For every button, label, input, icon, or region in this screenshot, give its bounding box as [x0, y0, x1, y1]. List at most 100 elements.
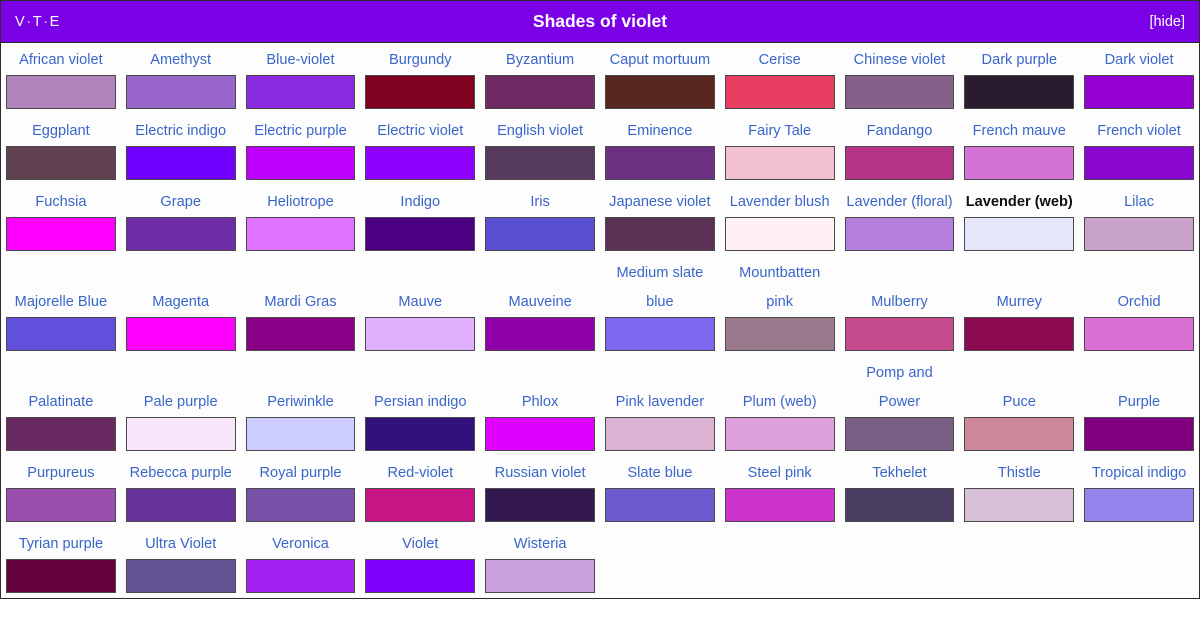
swatch-cell[interactable]: Pink lavender — [600, 385, 720, 456]
swatch-label-link[interactable]: Lavender blush — [725, 185, 835, 217]
swatch-cell[interactable]: Steel pink — [720, 456, 840, 527]
swatch-cell[interactable]: Electric purple — [241, 114, 361, 185]
swatch-cell[interactable]: French violet — [1079, 114, 1199, 185]
swatch-cell[interactable]: Eminence — [600, 114, 720, 185]
swatch-cell[interactable]: Lilac — [1079, 185, 1199, 256]
swatch-label-link[interactable]: Veronica — [246, 527, 356, 559]
swatch-label-link[interactable]: Majorelle Blue — [6, 285, 116, 317]
swatch-cell[interactable]: Puce — [959, 385, 1079, 456]
swatch-cell[interactable]: Tyrian purple — [1, 527, 121, 598]
swatch-cell[interactable]: Byzantium — [480, 43, 600, 114]
swatch-label-link[interactable]: Iris — [485, 185, 595, 217]
swatch-cell[interactable]: Royal purple — [241, 456, 361, 527]
swatch-cell[interactable]: Rebecca purple — [121, 456, 241, 527]
swatch-label-link[interactable]: Japanese violet — [605, 185, 715, 217]
swatch-label-link[interactable]: Tekhelet — [845, 456, 955, 488]
swatch-cell[interactable]: African violet — [1, 43, 121, 114]
swatch-cell[interactable]: Fuchsia — [1, 185, 121, 256]
swatch-label-link[interactable]: Eggplant — [6, 114, 116, 146]
swatch-cell[interactable]: Mulberry — [840, 285, 960, 356]
swatch-cell[interactable]: Japanese violet — [600, 185, 720, 256]
swatch-label-link[interactable]: Rebecca purple — [126, 456, 236, 488]
swatch-cell[interactable]: Electric indigo — [121, 114, 241, 185]
swatch-cell[interactable]: Ultra Violet — [121, 527, 241, 598]
swatch-cell[interactable]: Medium slate blue — [600, 256, 720, 356]
swatch-label-link[interactable]: Thistle — [964, 456, 1074, 488]
swatch-label-link[interactable]: Steel pink — [725, 456, 835, 488]
swatch-cell[interactable]: Russian violet — [480, 456, 600, 527]
swatch-cell[interactable]: Lavender blush — [720, 185, 840, 256]
swatch-label-link[interactable]: Ultra Violet — [126, 527, 236, 559]
swatch-cell[interactable]: Magenta — [121, 285, 241, 356]
swatch-cell[interactable]: Lavender (floral) — [840, 185, 960, 256]
swatch-cell[interactable]: Lavender (web) — [959, 185, 1079, 256]
swatch-label-link[interactable]: Purple — [1084, 385, 1194, 417]
swatch-cell[interactable]: Violet — [360, 527, 480, 598]
swatch-label-link[interactable]: Mulberry — [845, 285, 955, 317]
swatch-label-link[interactable]: Amethyst — [126, 43, 236, 75]
swatch-cell[interactable]: Amethyst — [121, 43, 241, 114]
swatch-cell[interactable]: Mountbatten pink — [720, 256, 840, 356]
swatch-label-link[interactable]: Violet — [365, 527, 475, 559]
swatch-label-link[interactable]: Mountbatten pink — [725, 256, 835, 317]
edit-link[interactable]: E — [50, 14, 60, 30]
swatch-label-link[interactable]: Mauve — [365, 285, 475, 317]
swatch-cell[interactable]: Mauve — [360, 285, 480, 356]
swatch-cell[interactable]: Caput mortuum — [600, 43, 720, 114]
swatch-cell[interactable]: Orchid — [1079, 285, 1199, 356]
swatch-label-link[interactable]: Fuchsia — [6, 185, 116, 217]
swatch-cell[interactable]: Wisteria — [480, 527, 600, 598]
swatch-cell[interactable]: Pomp and Power — [840, 356, 960, 456]
swatch-cell[interactable]: Phlox — [480, 385, 600, 456]
swatch-label-link[interactable]: Pink lavender — [605, 385, 715, 417]
hide-toggle-link[interactable]: [hide] — [1150, 14, 1185, 30]
swatch-label-link[interactable]: Indigo — [365, 185, 475, 217]
swatch-label-link[interactable]: Fairy Tale — [725, 114, 835, 146]
swatch-cell[interactable]: Blue-violet — [241, 43, 361, 114]
swatch-label-link[interactable]: Wisteria — [485, 527, 595, 559]
swatch-label-link[interactable]: Puce — [964, 385, 1074, 417]
swatch-label-link[interactable]: Phlox — [485, 385, 595, 417]
swatch-label-link[interactable]: Dark purple — [964, 43, 1074, 75]
swatch-cell[interactable]: Palatinate — [1, 385, 121, 456]
swatch-label-link[interactable]: African violet — [6, 43, 116, 75]
swatch-label-link[interactable]: French mauve — [964, 114, 1074, 146]
swatch-label-link[interactable]: Burgundy — [365, 43, 475, 75]
swatch-label-link[interactable]: Blue-violet — [246, 43, 356, 75]
swatch-label-link[interactable]: Royal purple — [246, 456, 356, 488]
swatch-label-link[interactable]: Plum (web) — [725, 385, 835, 417]
swatch-label-link[interactable]: Chinese violet — [845, 43, 955, 75]
swatch-cell[interactable]: Eggplant — [1, 114, 121, 185]
swatch-label-link[interactable]: Lilac — [1084, 185, 1194, 217]
swatch-cell[interactable]: Burgundy — [360, 43, 480, 114]
swatch-label-link[interactable]: Persian indigo — [365, 385, 475, 417]
swatch-cell[interactable]: Dark violet — [1079, 43, 1199, 114]
swatch-label-link[interactable]: Purpureus — [6, 456, 116, 488]
swatch-label-link[interactable]: English violet — [485, 114, 595, 146]
swatch-cell[interactable]: Murrey — [959, 285, 1079, 356]
swatch-cell[interactable]: Mardi Gras — [241, 285, 361, 356]
swatch-cell[interactable]: Tropical indigo — [1079, 456, 1199, 527]
swatch-label-link[interactable]: Mardi Gras — [246, 285, 356, 317]
swatch-label-link[interactable]: Tyrian purple — [6, 527, 116, 559]
swatch-cell[interactable]: Plum (web) — [720, 385, 840, 456]
swatch-label-link[interactable]: Electric purple — [246, 114, 356, 146]
swatch-cell[interactable]: English violet — [480, 114, 600, 185]
swatch-label-link[interactable]: Medium slate blue — [605, 256, 715, 317]
swatch-cell[interactable]: Fandango — [840, 114, 960, 185]
swatch-label-link[interactable]: Electric violet — [365, 114, 475, 146]
swatch-label-link[interactable]: Eminence — [605, 114, 715, 146]
swatch-cell[interactable]: Pale purple — [121, 385, 241, 456]
swatch-label-link[interactable]: Fandango — [845, 114, 955, 146]
swatch-label-link[interactable]: Murrey — [964, 285, 1074, 317]
view-link[interactable]: V — [15, 14, 25, 30]
swatch-cell[interactable]: Tekhelet — [840, 456, 960, 527]
swatch-cell[interactable]: Cerise — [720, 43, 840, 114]
swatch-label-link[interactable]: Russian violet — [485, 456, 595, 488]
swatch-cell[interactable]: Iris — [480, 185, 600, 256]
swatch-cell[interactable]: Majorelle Blue — [1, 285, 121, 356]
swatch-cell[interactable]: Persian indigo — [360, 385, 480, 456]
swatch-label-link[interactable]: Byzantium — [485, 43, 595, 75]
swatch-label-link[interactable]: Orchid — [1084, 285, 1194, 317]
swatch-cell[interactable]: Red-violet — [360, 456, 480, 527]
